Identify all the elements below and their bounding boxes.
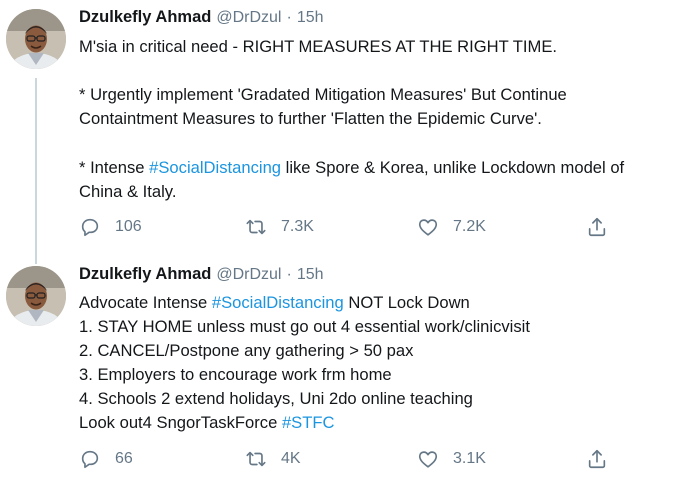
retweet-icon: [245, 448, 267, 470]
author-name[interactable]: Dzulkefly Ahmad: [79, 265, 211, 284]
share-icon: [586, 448, 608, 470]
tweet-thread: Dzulkefly Ahmad @DrDzul · 15h M'sia in c…: [0, 0, 695, 481]
tweet-text-line: 1. STAY HOME unless must go out 4 essent…: [79, 315, 687, 339]
tweet-actions: 106 7.3K 7.2K: [79, 215, 695, 239]
retweet-count: 4K: [281, 450, 301, 467]
retweet-button[interactable]: 7.3K: [245, 215, 314, 239]
tweet[interactable]: Dzulkefly Ahmad @DrDzul · 15h M'sia in c…: [0, 0, 695, 257]
like-button[interactable]: 3.1K: [417, 447, 486, 471]
tweet-text-line: * Urgently implement 'Gradated Mitigatio…: [79, 83, 687, 107]
like-count: 3.1K: [453, 450, 486, 467]
tweet[interactable]: Dzulkefly Ahmad @DrDzul · 15h Advocate I…: [0, 257, 695, 481]
tweet-text-line: M'sia in critical need - RIGHT MEASURES …: [79, 35, 687, 59]
retweet-count: 7.3K: [281, 218, 314, 235]
text-segment: Look out4 SngorTaskForce: [79, 413, 282, 432]
reply-count: 106: [115, 218, 142, 235]
separator-dot: ·: [286, 9, 292, 26]
hashtag-link[interactable]: #STFC: [282, 413, 335, 432]
author-handle[interactable]: @DrDzul: [216, 9, 281, 27]
tweet-text-line: China & Italy.: [79, 180, 687, 204]
share-button[interactable]: [586, 447, 608, 471]
tweet-text: Advocate Intense #SocialDistancing NOT L…: [79, 291, 687, 435]
tweet-actions: 66 4K 3.1K: [79, 447, 695, 471]
text-segment: 2. CANCEL/Postpone any gathering > 50 pa…: [79, 341, 414, 360]
like-button[interactable]: 7.2K: [417, 215, 486, 239]
tweet-text-line: [79, 59, 687, 83]
text-segment: Containtment Measures to further 'Flatte…: [79, 109, 542, 129]
tweet-header: Dzulkefly Ahmad @DrDzul · 15h: [79, 8, 687, 32]
author-handle[interactable]: @DrDzul: [216, 266, 281, 284]
tweet-text-line: [79, 132, 687, 156]
timestamp[interactable]: 15h: [297, 266, 324, 284]
hashtag-link[interactable]: #SocialDistancing: [149, 158, 281, 177]
tweet-text-line: Advocate Intense #SocialDistancing NOT L…: [79, 291, 687, 315]
separator-dot: ·: [286, 266, 292, 283]
reply-icon: [79, 448, 101, 470]
tweet-text-line: 4. Schools 2 extend holidays, Uni 2do on…: [79, 387, 687, 411]
share-button[interactable]: [586, 215, 608, 239]
avatar[interactable]: [6, 266, 66, 326]
tweet-header: Dzulkefly Ahmad @DrDzul · 15h: [79, 265, 687, 289]
heart-icon: [417, 216, 439, 238]
text-segment: Advocate Intense: [79, 293, 212, 312]
tweet-text: M'sia in critical need - RIGHT MEASURES …: [79, 35, 687, 204]
tweet-text-line: 3. Employers to encourage work frm home: [79, 363, 687, 387]
author-name[interactable]: Dzulkefly Ahmad: [79, 8, 211, 27]
text-segment: China & Italy.: [79, 181, 177, 201]
reply-button[interactable]: 66: [79, 447, 133, 471]
text-segment: like Spore & Korea, unlike Lockdown mode…: [281, 157, 625, 177]
text-segment: 1. STAY HOME unless must go out 4 essent…: [79, 317, 530, 336]
reply-button[interactable]: 106: [79, 215, 142, 239]
tweet-text-line: Look out4 SngorTaskForce #STFC: [79, 411, 687, 435]
text-segment: M'sia in critical need - RIGHT MEASURES …: [79, 37, 558, 56]
like-count: 7.2K: [453, 218, 486, 235]
heart-icon: [417, 448, 439, 470]
tweet-text-line: * Intense #SocialDistancing like Spore &…: [79, 156, 687, 180]
text-segment: * Urgently implement 'Gradated Mitigatio…: [79, 85, 567, 105]
timestamp[interactable]: 15h: [297, 9, 324, 27]
text-segment: NOT Lock Down: [343, 293, 470, 312]
hashtag-link[interactable]: #SocialDistancing: [212, 293, 344, 312]
tweet-text-line: 2. CANCEL/Postpone any gathering > 50 pa…: [79, 339, 687, 363]
retweet-icon: [245, 216, 267, 238]
share-icon: [586, 216, 608, 238]
reply-icon: [79, 216, 101, 238]
text-segment: * Intense: [79, 157, 150, 177]
avatar[interactable]: [6, 9, 66, 69]
text-segment: 4. Schools 2 extend holidays, Uni 2do on…: [79, 389, 473, 408]
tweet-text-line: Containtment Measures to further 'Flatte…: [79, 107, 687, 131]
retweet-button[interactable]: 4K: [245, 447, 301, 471]
text-segment: 3. Employers to encourage work frm home: [79, 365, 392, 384]
reply-count: 66: [115, 450, 133, 467]
